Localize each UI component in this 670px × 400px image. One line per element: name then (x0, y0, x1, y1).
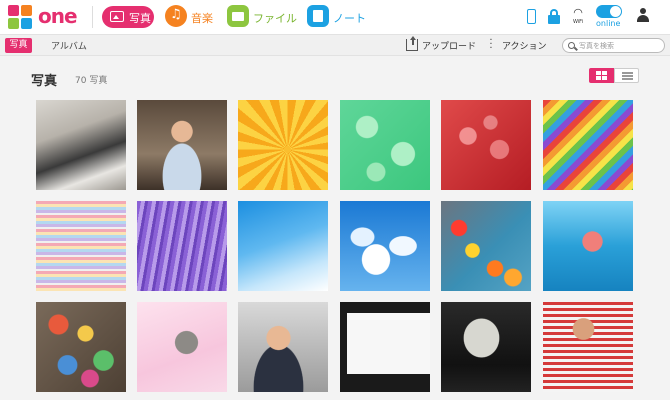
photo-thumbnail[interactable] (36, 100, 126, 190)
search-icon (568, 42, 575, 49)
sub-toolbar: 写真 アルバム アップロード · · · アクション (0, 34, 670, 56)
photo-count: 70 写真 (75, 76, 108, 86)
upload-icon (406, 36, 418, 51)
user-icon[interactable] (637, 8, 649, 24)
photo-thumbnail[interactable] (543, 201, 633, 291)
photo-thumbnail[interactable] (238, 201, 328, 291)
lock-icon[interactable] (548, 9, 560, 24)
photo-thumbnail[interactable] (441, 302, 531, 392)
photo-thumbnail[interactable] (137, 302, 227, 392)
nav-music-label: 音楽 (191, 12, 213, 25)
photo-thumbnail[interactable] (238, 100, 328, 190)
photo-thumbnail[interactable] (238, 302, 328, 392)
wifi-label: WiFi (572, 19, 584, 25)
note-icon (307, 5, 329, 27)
nav-file-label: ファイル (253, 12, 297, 25)
image-icon (110, 11, 124, 22)
online-label: online (596, 19, 621, 28)
nav-photo-label: 写真 (129, 12, 151, 25)
app-logo-text[interactable]: one (38, 4, 78, 28)
photo-thumbnail[interactable] (340, 100, 430, 190)
folder-icon (227, 5, 249, 27)
photo-thumbnail[interactable] (36, 302, 126, 392)
search-input[interactable] (579, 40, 661, 51)
photo-thumbnail[interactable] (441, 100, 531, 190)
grid-view-button[interactable] (589, 68, 614, 83)
nav-note-label: ノート (333, 12, 366, 25)
top-navigation-bar: one 写真 音楽 ファイル ノート ◠ WiFi online (0, 0, 670, 34)
photo-thumbnail[interactable] (441, 201, 531, 291)
photo-thumbnail[interactable] (137, 201, 227, 291)
page-title: 写真 (31, 74, 58, 89)
app-logo-icon[interactable] (8, 5, 32, 29)
photo-thumbnail[interactable] (137, 100, 227, 190)
more-vertical-icon: · · · (489, 35, 493, 54)
tab-photo[interactable]: 写真 (5, 38, 32, 53)
nav-photo-button[interactable]: 写真 (102, 6, 154, 28)
phone-icon[interactable] (527, 9, 536, 24)
music-note-icon (165, 5, 187, 27)
list-view-button[interactable] (614, 68, 639, 83)
photo-thumbnail[interactable] (340, 302, 430, 392)
photo-thumbnail[interactable] (543, 100, 633, 190)
online-toggle[interactable] (596, 5, 622, 18)
photo-thumbnail[interactable] (36, 201, 126, 291)
tab-album[interactable]: アルバム (51, 39, 87, 52)
upload-label: アップロード (422, 42, 477, 52)
wifi-icon[interactable]: ◠ WiFi (570, 7, 586, 27)
search-box[interactable] (562, 38, 665, 53)
photo-thumbnail[interactable] (543, 302, 633, 392)
photo-thumbnail[interactable] (340, 201, 430, 291)
nav-divider (92, 6, 93, 28)
action-label: アクション (502, 42, 547, 52)
